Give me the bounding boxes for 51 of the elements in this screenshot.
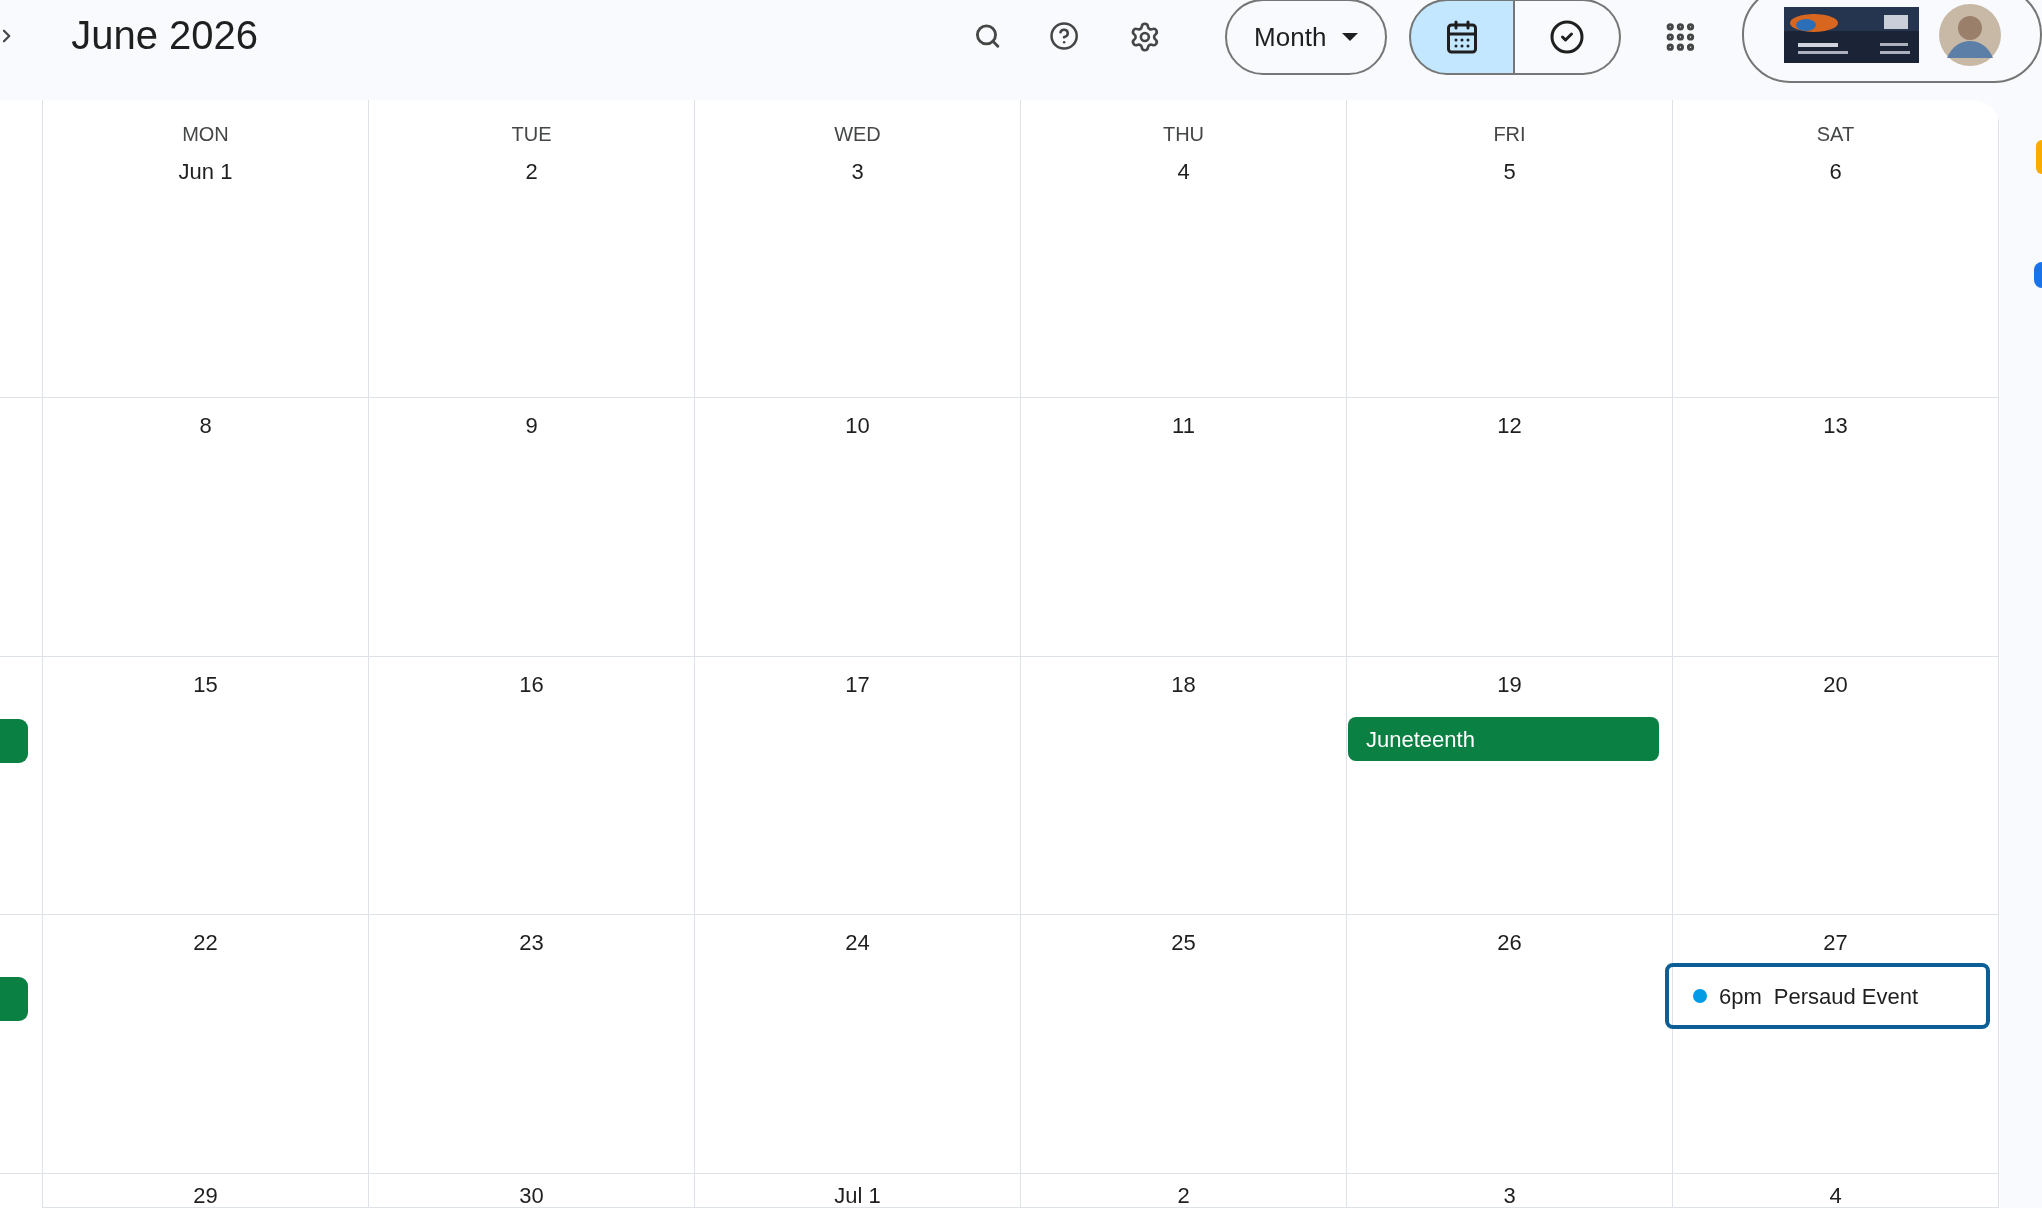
- date-number[interactable]: 25: [1021, 929, 1346, 957]
- event-item[interactable]: 6pm Persaud Event: [1665, 963, 1990, 1029]
- date-number[interactable]: 22: [43, 929, 368, 957]
- date-number[interactable]: 16: [369, 671, 694, 699]
- date-number[interactable]: 29: [43, 1182, 368, 1208]
- tasks-view-tab[interactable]: [1515, 0, 1622, 75]
- weekday-label: TUE: [510, 122, 553, 146]
- dropdown-caret-icon: [1342, 33, 1359, 41]
- event-time: 6pm: [1719, 982, 1762, 1011]
- date-number[interactable]: 27: [1673, 929, 1998, 957]
- month-title: June 2026: [71, 12, 258, 59]
- date-number[interactable]: 24: [695, 929, 1020, 957]
- date-number[interactable]: 3: [1347, 1182, 1672, 1208]
- date-number[interactable]: 23: [369, 929, 694, 957]
- date-number[interactable]: 5: [1347, 158, 1672, 186]
- date-number[interactable]: 30: [369, 1182, 694, 1208]
- event-chip[interactable]: [0, 719, 28, 763]
- date-number[interactable]: 13: [1673, 412, 1998, 440]
- date-number[interactable]: 8: [43, 412, 368, 440]
- weekday-label: MON: [181, 122, 230, 146]
- date-number[interactable]: 17: [695, 671, 1020, 699]
- date-number[interactable]: 20: [1673, 671, 1998, 699]
- date-number[interactable]: Jul 1: [695, 1182, 1020, 1208]
- view-dropdown[interactable]: Month: [1225, 0, 1388, 75]
- avatar-icon[interactable]: [1939, 3, 2001, 66]
- event-chip[interactable]: Juneteenth: [1348, 717, 1659, 761]
- check-circle-icon: [1549, 19, 1586, 55]
- date-number[interactable]: 6: [1673, 158, 1998, 186]
- event-chip[interactable]: [0, 977, 28, 1021]
- date-number[interactable]: 10: [695, 412, 1020, 440]
- date-number[interactable]: 11: [1021, 412, 1346, 440]
- date-number[interactable]: Jun 1: [43, 158, 368, 186]
- event-title: Persaud Event: [1773, 982, 1919, 1011]
- account-chip[interactable]: [1742, 0, 2042, 83]
- date-number[interactable]: 4: [1673, 1182, 1998, 1208]
- weekday-label: SAT: [1815, 122, 1856, 146]
- weekday-label: THU: [1161, 122, 1206, 146]
- date-number[interactable]: 18: [1021, 671, 1346, 699]
- date-number[interactable]: 2: [369, 158, 694, 186]
- weekday-label: FRI: [1492, 122, 1527, 146]
- date-number[interactable]: 12: [1347, 412, 1672, 440]
- date-number[interactable]: 15: [43, 671, 368, 699]
- date-number[interactable]: 3: [695, 158, 1020, 186]
- side-panel-icon[interactable]: [2034, 262, 2042, 288]
- date-number[interactable]: 2: [1021, 1182, 1346, 1208]
- date-number[interactable]: 9: [369, 412, 694, 440]
- date-number[interactable]: 26: [1347, 929, 1672, 957]
- date-number[interactable]: 19: [1347, 671, 1672, 699]
- calendar-view-tab[interactable]: [1409, 0, 1516, 75]
- date-number[interactable]: 4: [1021, 158, 1346, 186]
- weekday-label: WED: [833, 122, 882, 146]
